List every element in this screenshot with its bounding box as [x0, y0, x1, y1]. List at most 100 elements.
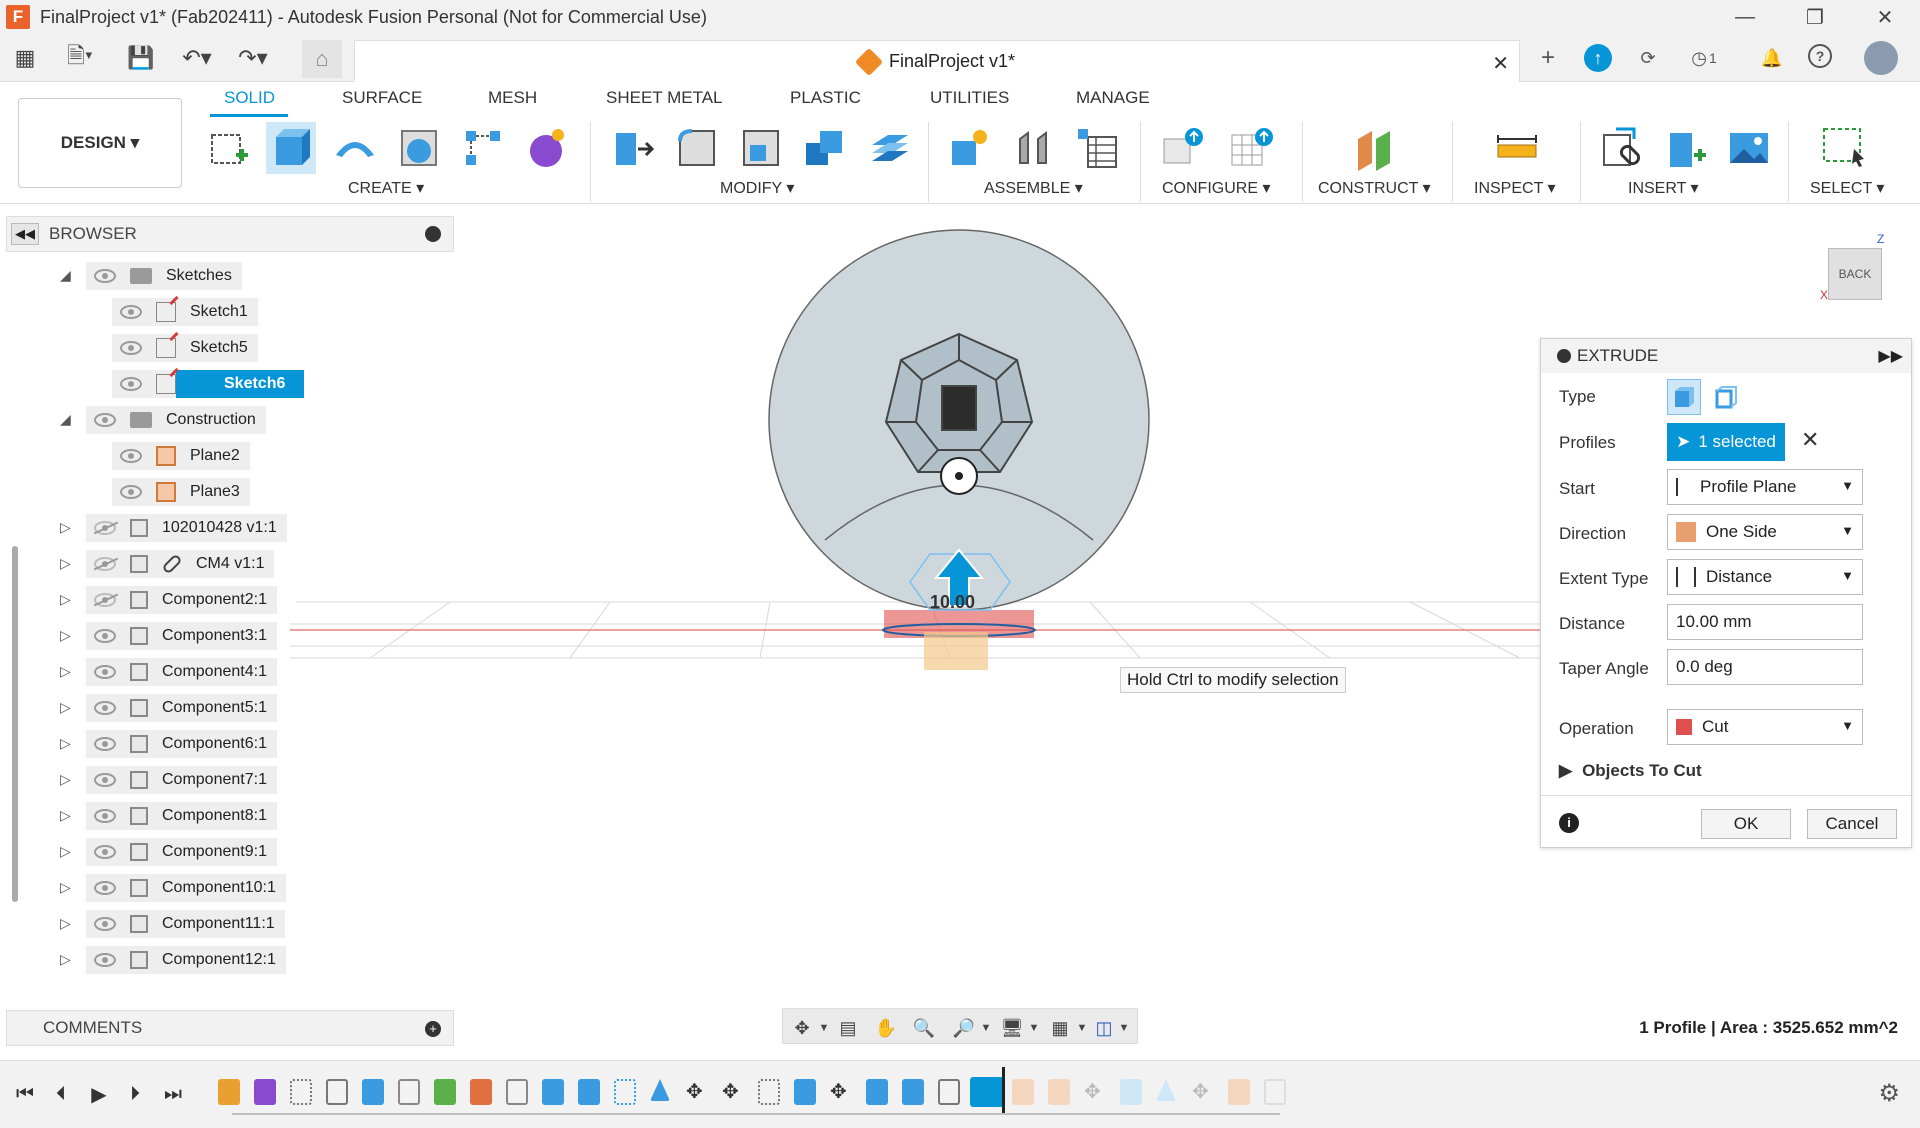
tree-node-sketch5[interactable]: Sketch5 — [112, 333, 258, 363]
visibility-eye-icon[interactable] — [94, 917, 116, 931]
profiles-selection-button[interactable]: ➤ 1 selected — [1667, 423, 1785, 461]
expand-arrow-icon[interactable]: ▷ — [60, 519, 71, 536]
tree-node-component[interactable]: ▷ Component2:1 — [60, 585, 277, 615]
visibility-eye-icon[interactable] — [120, 449, 142, 463]
restore-button[interactable]: ❐ — [1780, 0, 1850, 34]
play-icon[interactable]: ▶ — [86, 1081, 112, 1107]
3d-viewport[interactable] — [290, 210, 1540, 1000]
tree-node-component[interactable]: ▷ Component5:1 — [60, 693, 277, 723]
timeline-suppressed-feature[interactable] — [1264, 1079, 1286, 1105]
tree-node-sketch1[interactable]: Sketch1 — [112, 297, 258, 327]
chevron-down-icon[interactable]: ▼ — [1023, 1017, 1045, 1039]
close-tab-icon[interactable]: ✕ — [1492, 51, 1509, 76]
tree-node-component[interactable]: ▷ Component8:1 — [60, 801, 277, 831]
taper-angle-input[interactable]: 0.0 deg — [1667, 649, 1863, 685]
assemble-menu[interactable]: ASSEMBLE ▾ — [984, 178, 1083, 198]
timeline-suppressed-feature[interactable] — [1012, 1079, 1034, 1105]
go-to-start-icon[interactable]: ⏮ — [12, 1081, 38, 1107]
zoom-window-icon[interactable]: 🔎 — [953, 1017, 975, 1039]
expand-arrow-icon[interactable]: ▷ — [60, 807, 71, 824]
expand-arrow-icon[interactable]: ▷ — [60, 735, 71, 752]
visibility-eye-icon[interactable] — [94, 269, 116, 283]
timeline-suppressed-move-icon[interactable]: ✥ — [1084, 1079, 1106, 1105]
tab-utilities[interactable]: UTILITIES — [930, 88, 1009, 108]
file-menu-icon[interactable]: 🗎▾ — [60, 43, 100, 72]
ok-button[interactable]: OK — [1701, 809, 1791, 839]
visibility-eye-icon[interactable] — [94, 881, 116, 895]
add-comment-icon[interactable]: + — [425, 1021, 441, 1037]
timeline-suppressed-feature[interactable] — [1228, 1079, 1250, 1105]
timeline-feature[interactable] — [542, 1079, 564, 1105]
timeline-feature[interactable] — [578, 1079, 600, 1105]
minimize-button[interactable]: — — [1710, 0, 1780, 34]
job-status-icon[interactable]: ◷ 1 — [1684, 44, 1724, 72]
extent-type-dropdown[interactable]: Distance ▼ — [1667, 559, 1863, 595]
visibility-eye-icon[interactable] — [94, 665, 116, 679]
zoom-icon[interactable]: 🔍 — [913, 1017, 935, 1039]
press-pull-icon[interactable] — [608, 122, 658, 174]
grid-settings-icon[interactable]: ▦ — [1049, 1017, 1071, 1039]
save-icon[interactable]: 💾 — [126, 44, 156, 72]
configure-design-icon[interactable] — [1158, 122, 1208, 174]
workspace-switcher[interactable]: DESIGN ▾ — [18, 98, 182, 188]
pan-hand-icon[interactable]: ✋ — [875, 1017, 897, 1039]
document-tab[interactable]: FinalProject v1* ✕ — [354, 40, 1520, 82]
tree-node-component[interactable]: ▷ Component12:1 — [60, 945, 286, 975]
viewports-icon[interactable]: ◫ — [1093, 1017, 1115, 1039]
offset-plane-icon[interactable] — [1350, 122, 1400, 174]
timeline-feature[interactable] — [470, 1079, 492, 1105]
select-menu[interactable]: SELECT ▾ — [1810, 178, 1884, 198]
timeline-feature[interactable] — [290, 1079, 312, 1105]
data-panel-icon[interactable]: ↑ — [1584, 44, 1612, 72]
tree-node-component[interactable]: ▷ Component10:1 — [60, 873, 286, 903]
configuration-table-icon[interactable] — [1226, 122, 1276, 174]
undo-icon[interactable]: ↶▾ — [176, 44, 218, 72]
visibility-eye-icon[interactable] — [120, 485, 142, 499]
extrude-dialog-header[interactable]: EXTRUDE ▶▶ — [1541, 339, 1911, 373]
tree-node-sketch6[interactable]: Sketch6 — [112, 369, 304, 399]
joint-icon[interactable] — [1008, 122, 1058, 174]
offset-face-icon[interactable] — [864, 122, 914, 174]
hidden-eye-icon[interactable] — [94, 521, 116, 535]
chevron-down-icon[interactable]: ▼ — [975, 1017, 997, 1039]
visibility-eye-icon[interactable] — [94, 629, 116, 643]
visibility-eye-icon[interactable] — [120, 341, 142, 355]
home-icon[interactable]: ⌂ — [302, 40, 342, 78]
timeline-suppressed-move-icon[interactable]: ✥ — [1192, 1079, 1214, 1105]
distance-dimension-label[interactable]: 10.00 — [930, 592, 975, 613]
visibility-eye-icon[interactable] — [94, 845, 116, 859]
tab-mesh[interactable]: MESH — [488, 88, 537, 108]
operation-dropdown[interactable]: Cut ▼ — [1667, 709, 1863, 745]
orbit-icon[interactable]: ✥ — [791, 1017, 813, 1039]
tree-node-component[interactable]: ▷ 102010428 v1:1 — [60, 513, 287, 543]
chevron-down-icon[interactable]: ▼ — [813, 1017, 835, 1039]
close-window-button[interactable]: ✕ — [1850, 0, 1920, 34]
create-sketch-icon[interactable] — [204, 122, 254, 174]
timeline-feature[interactable] — [614, 1079, 636, 1105]
visibility-eye-icon[interactable] — [120, 377, 142, 391]
expand-dialog-icon[interactable]: ▶▶ — [1878, 346, 1903, 366]
timeline-suppressed-feature[interactable] — [1156, 1079, 1176, 1101]
timeline-move-icon[interactable]: ✥ — [722, 1079, 744, 1105]
shell-icon[interactable] — [394, 122, 444, 174]
chevron-down-icon[interactable]: ▼ — [1071, 1017, 1093, 1039]
expand-arrow-icon[interactable]: ▷ — [60, 591, 71, 608]
timeline-move-icon[interactable]: ✥ — [830, 1079, 852, 1105]
insert-menu[interactable]: INSERT ▾ — [1628, 178, 1699, 198]
direction-dropdown[interactable]: One Side ▼ — [1667, 514, 1863, 550]
configure-menu[interactable]: CONFIGURE ▾ — [1162, 178, 1270, 198]
extensions-icon[interactable]: ⟳ — [1634, 44, 1662, 72]
objects-to-cut-toggle[interactable]: ▶ Objects To Cut — [1559, 761, 1702, 781]
timeline-feature[interactable] — [758, 1079, 780, 1105]
distance-input[interactable]: 10.00 mm — [1667, 604, 1863, 640]
type-thin-button[interactable] — [1709, 379, 1743, 415]
timeline-suppressed-feature[interactable] — [1120, 1079, 1142, 1105]
view-cube[interactable]: BACK — [1828, 248, 1882, 300]
clear-selection-icon[interactable]: ✕ — [1801, 427, 1819, 453]
info-icon[interactable]: i — [1559, 813, 1579, 833]
expand-arrow-icon[interactable]: ▷ — [60, 555, 71, 572]
bill-of-materials-icon[interactable] — [1072, 122, 1122, 174]
new-tab-icon[interactable]: + — [1534, 44, 1562, 72]
timeline-feature[interactable] — [938, 1079, 960, 1105]
tree-node-sketches[interactable]: ◢ Sketches — [60, 261, 242, 291]
